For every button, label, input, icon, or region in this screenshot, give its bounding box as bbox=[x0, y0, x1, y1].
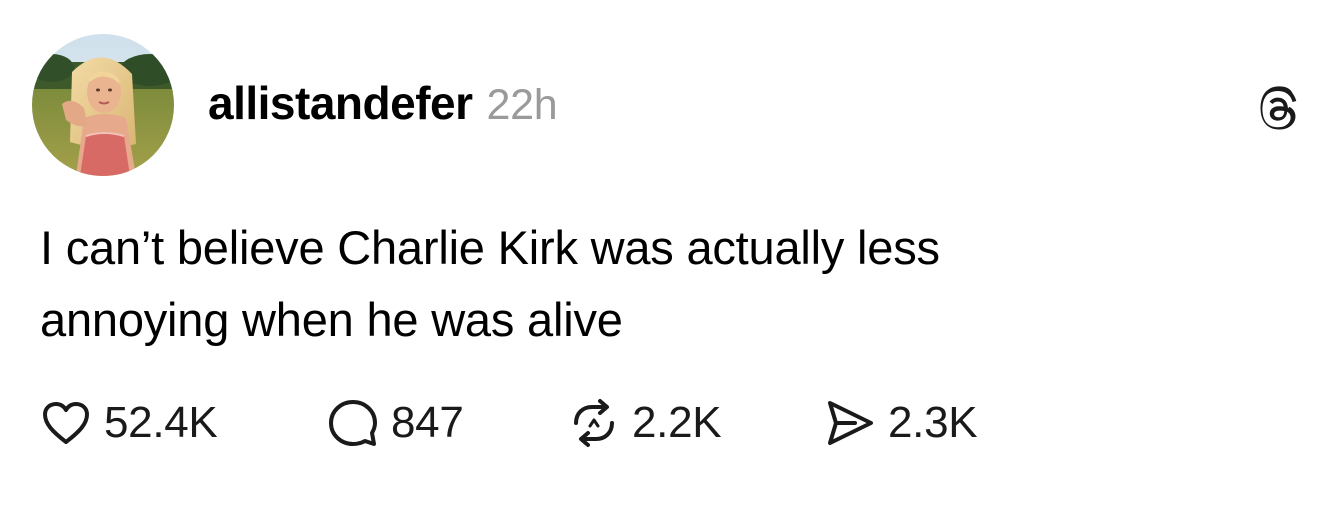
post-text-line: I can’t believe Charlie Kirk was actuall… bbox=[40, 221, 940, 274]
share-count: 2.3K bbox=[888, 398, 978, 447]
threads-post: allistandefer 22h I can’t believe Charli… bbox=[0, 0, 1343, 519]
post-actions-bar: 52.4K 847 2.2K 2.3K bbox=[40, 392, 1240, 454]
share-button[interactable]: 2.3K bbox=[824, 392, 978, 454]
author-avatar[interactable] bbox=[32, 34, 174, 176]
post-body-text: I can’t believe Charlie Kirk was actuall… bbox=[40, 212, 1280, 356]
author-username[interactable]: allistandefer bbox=[208, 76, 473, 130]
comment-bubble-icon bbox=[327, 397, 379, 449]
reply-count: 847 bbox=[391, 398, 464, 447]
like-button[interactable]: 52.4K bbox=[40, 392, 218, 454]
like-count: 52.4K bbox=[104, 398, 218, 447]
post-text-line: annoying when he was alive bbox=[40, 293, 623, 346]
heart-icon bbox=[40, 397, 92, 449]
post-timestamp: 22h bbox=[486, 81, 558, 129]
repost-icon bbox=[568, 397, 620, 449]
profile-photo-avatar bbox=[32, 34, 174, 176]
repost-count: 2.2K bbox=[632, 398, 722, 447]
post-header: allistandefer 22h bbox=[208, 76, 558, 136]
send-icon bbox=[824, 397, 876, 449]
reply-button[interactable]: 847 bbox=[327, 392, 464, 454]
threads-logo-icon[interactable] bbox=[1252, 84, 1304, 136]
repost-button[interactable]: 2.2K bbox=[568, 392, 722, 454]
